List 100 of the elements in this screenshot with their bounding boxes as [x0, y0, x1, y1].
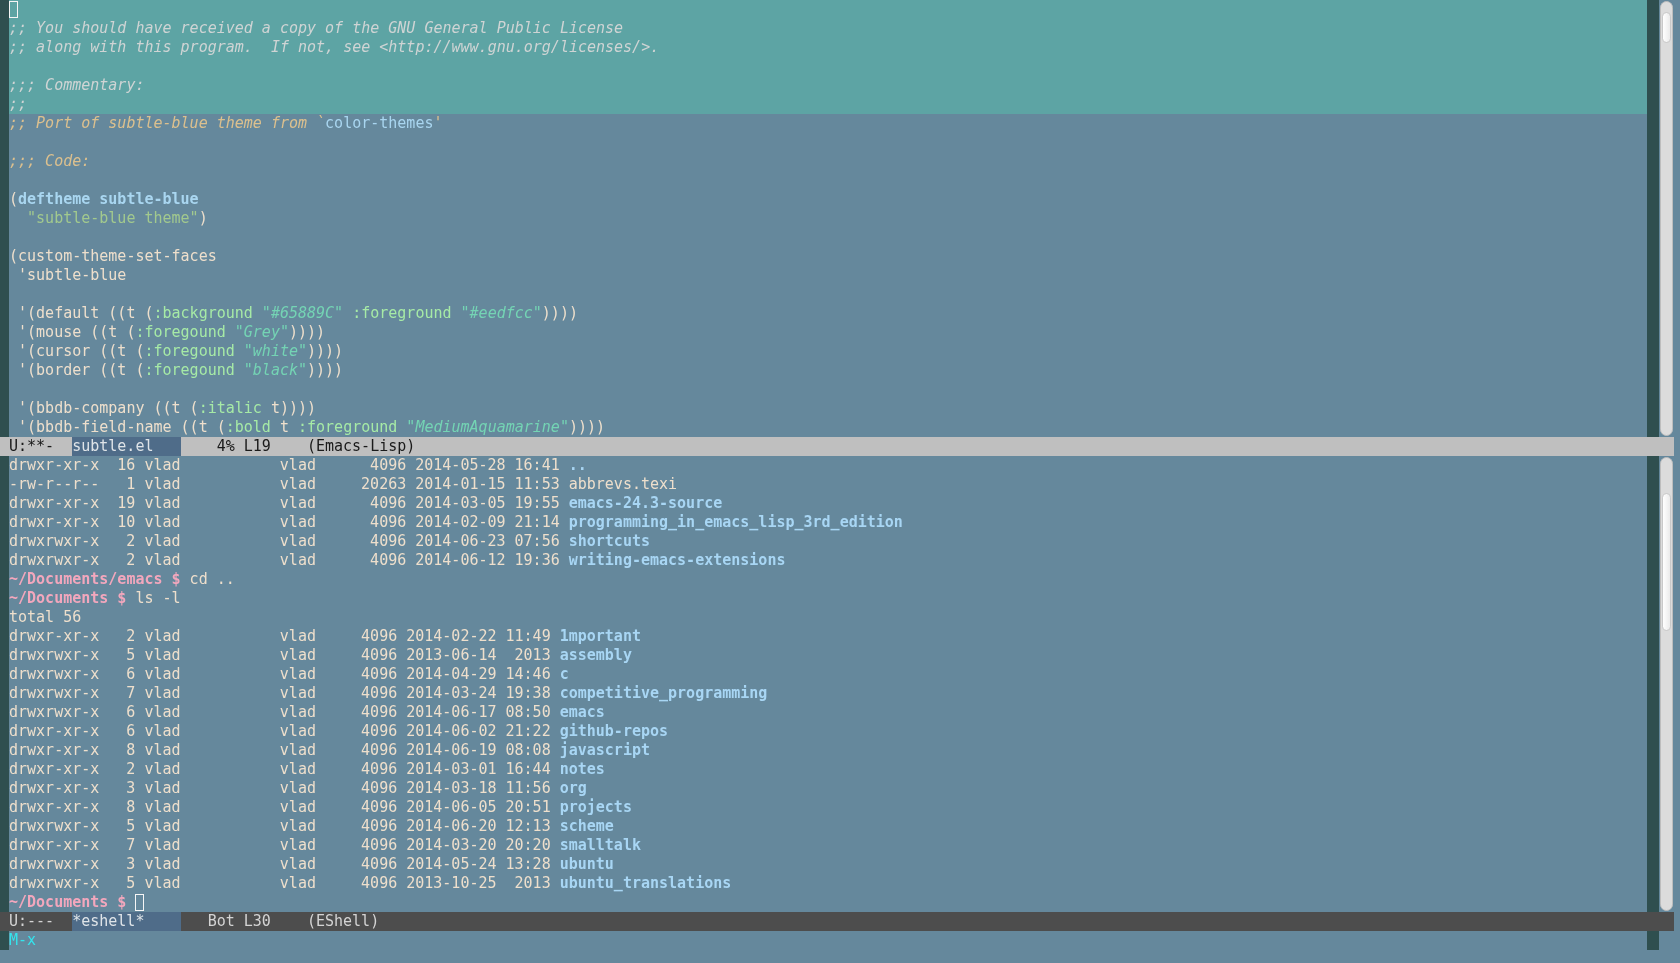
buffer-status: U:---: [9, 912, 55, 931]
file-group: vlad: [279, 665, 316, 684]
scrollbar-thumb[interactable]: [1662, 493, 1671, 631]
file-group: vlad: [279, 684, 316, 703]
file-owner: vlad: [144, 779, 181, 798]
file-date: 2014-06-02: [406, 722, 497, 741]
file-size: 4096: [361, 836, 398, 855]
file-time: 11:53: [514, 475, 560, 494]
file-permissions: drwxr-xr-x: [9, 836, 100, 855]
file-size: 4096: [361, 741, 398, 760]
directory-name: ..: [568, 456, 587, 475]
file-name: abbrevs.texi: [568, 475, 678, 494]
directory-name: 1mportant: [559, 627, 641, 646]
file-size: 4096: [370, 456, 407, 475]
file-owner: vlad: [144, 836, 181, 855]
code-line: "subtle-blue theme"): [26, 209, 208, 228]
file-date: 2014-02-09: [415, 513, 506, 532]
file-size: 4096: [361, 627, 398, 646]
file-time: 2013: [514, 646, 551, 665]
file-time: 2013: [514, 874, 551, 893]
shell-command: ls -l: [135, 589, 181, 608]
link-count: 7: [126, 684, 136, 703]
file-date: 2014-06-23: [415, 532, 506, 551]
link-count: 2: [126, 627, 136, 646]
file-size: 4096: [361, 798, 398, 817]
file-size: 20263: [361, 475, 407, 494]
buffer-name: *eshell*: [72, 912, 181, 931]
file-date: 2013-10-25: [406, 874, 497, 893]
file-permissions: drwxr-xr-x: [9, 627, 100, 646]
file-size: 4096: [361, 646, 398, 665]
directory-name: assembly: [559, 646, 632, 665]
scrollbar-thumb[interactable]: [1662, 12, 1671, 43]
shell-prompt: ~/Documents/emacs $: [9, 570, 181, 589]
file-time: 16:41: [514, 456, 560, 475]
file-group: vlad: [279, 760, 316, 779]
link-count: 16: [117, 456, 136, 475]
file-date: 2014-06-05: [406, 798, 497, 817]
file-group: vlad: [279, 627, 316, 646]
file-owner: vlad: [144, 627, 181, 646]
file-group: vlad: [279, 722, 316, 741]
file-size: 4096: [361, 684, 398, 703]
file-group: vlad: [279, 779, 316, 798]
file-time: 14:46: [505, 665, 551, 684]
code-line: ;; You should have received a copy of the GNU General Public License: [9, 19, 624, 38]
file-date: 2014-06-20: [406, 817, 497, 836]
file-date: 2014-05-28: [415, 456, 506, 475]
link-count: 3: [126, 855, 136, 874]
file-owner: vlad: [144, 798, 181, 817]
code-line: '(default ((t (:background "#65889C" :foreground "#eedfcc")))): [17, 304, 578, 323]
link-count: 2: [126, 532, 136, 551]
file-size: 4096: [361, 760, 398, 779]
file-owner: vlad: [144, 874, 181, 893]
buffer-name: subtle.el: [72, 437, 181, 456]
file-date: 2014-06-17: [406, 703, 497, 722]
code-line: ;;: [9, 95, 28, 114]
file-date: 2014-03-18: [406, 779, 497, 798]
file-size: 4096: [361, 779, 398, 798]
major-mode: (EShell): [306, 912, 380, 931]
command-output: total 56: [9, 608, 82, 627]
directory-name: org: [559, 779, 587, 798]
directory-name: notes: [559, 760, 605, 779]
file-owner: vlad: [144, 532, 181, 551]
link-count: 19: [117, 494, 136, 513]
directory-name: scheme: [559, 817, 614, 836]
link-count: 8: [126, 741, 136, 760]
file-date: 2014-03-24: [406, 684, 497, 703]
file-permissions: drwxr-xr-x: [9, 456, 100, 475]
code-line: (custom-theme-set-faces: [9, 247, 217, 266]
file-permissions: drwxr-xr-x: [9, 760, 100, 779]
link-count: 6: [126, 665, 136, 684]
file-owner: vlad: [144, 513, 181, 532]
file-permissions: drwxrwxr-x: [9, 703, 100, 722]
directory-name: programming_in_emacs_lisp_3rd_edition: [568, 513, 903, 532]
file-date: 2014-06-12: [415, 551, 506, 570]
file-permissions: drwxrwxr-x: [9, 532, 100, 551]
file-time: 08:50: [505, 703, 551, 722]
file-owner: vlad: [144, 741, 181, 760]
directory-name: c: [559, 665, 569, 684]
directory-name: ubuntu_translations: [559, 874, 732, 893]
file-date: 2014-04-29: [406, 665, 497, 684]
link-count: 5: [126, 817, 136, 836]
file-permissions: -rw-r--r--: [9, 475, 100, 494]
link-count: 3: [126, 779, 136, 798]
file-owner: vlad: [144, 760, 181, 779]
file-time: 20:51: [505, 798, 551, 817]
code-line: '(cursor ((t (:foregound "white")))): [17, 342, 344, 361]
directory-name: projects: [559, 798, 632, 817]
code-line: '(bbdb-company ((t (:italic t)))): [17, 399, 317, 418]
file-time: 12:13: [505, 817, 551, 836]
link-count: 7: [126, 836, 136, 855]
code-line: (deftheme subtle-blue: [9, 190, 199, 209]
buffer-position: 4%: [216, 437, 235, 456]
major-mode: (Emacs-Lisp): [306, 437, 416, 456]
link-count: 6: [126, 722, 136, 741]
file-permissions: drwxrwxr-x: [9, 551, 100, 570]
file-size: 4096: [370, 494, 407, 513]
minibuffer-text: M-x: [9, 931, 37, 950]
file-group: vlad: [279, 798, 316, 817]
code-line: ;;; Code:: [9, 152, 91, 171]
shell-prompt: ~/Documents $: [9, 893, 127, 912]
